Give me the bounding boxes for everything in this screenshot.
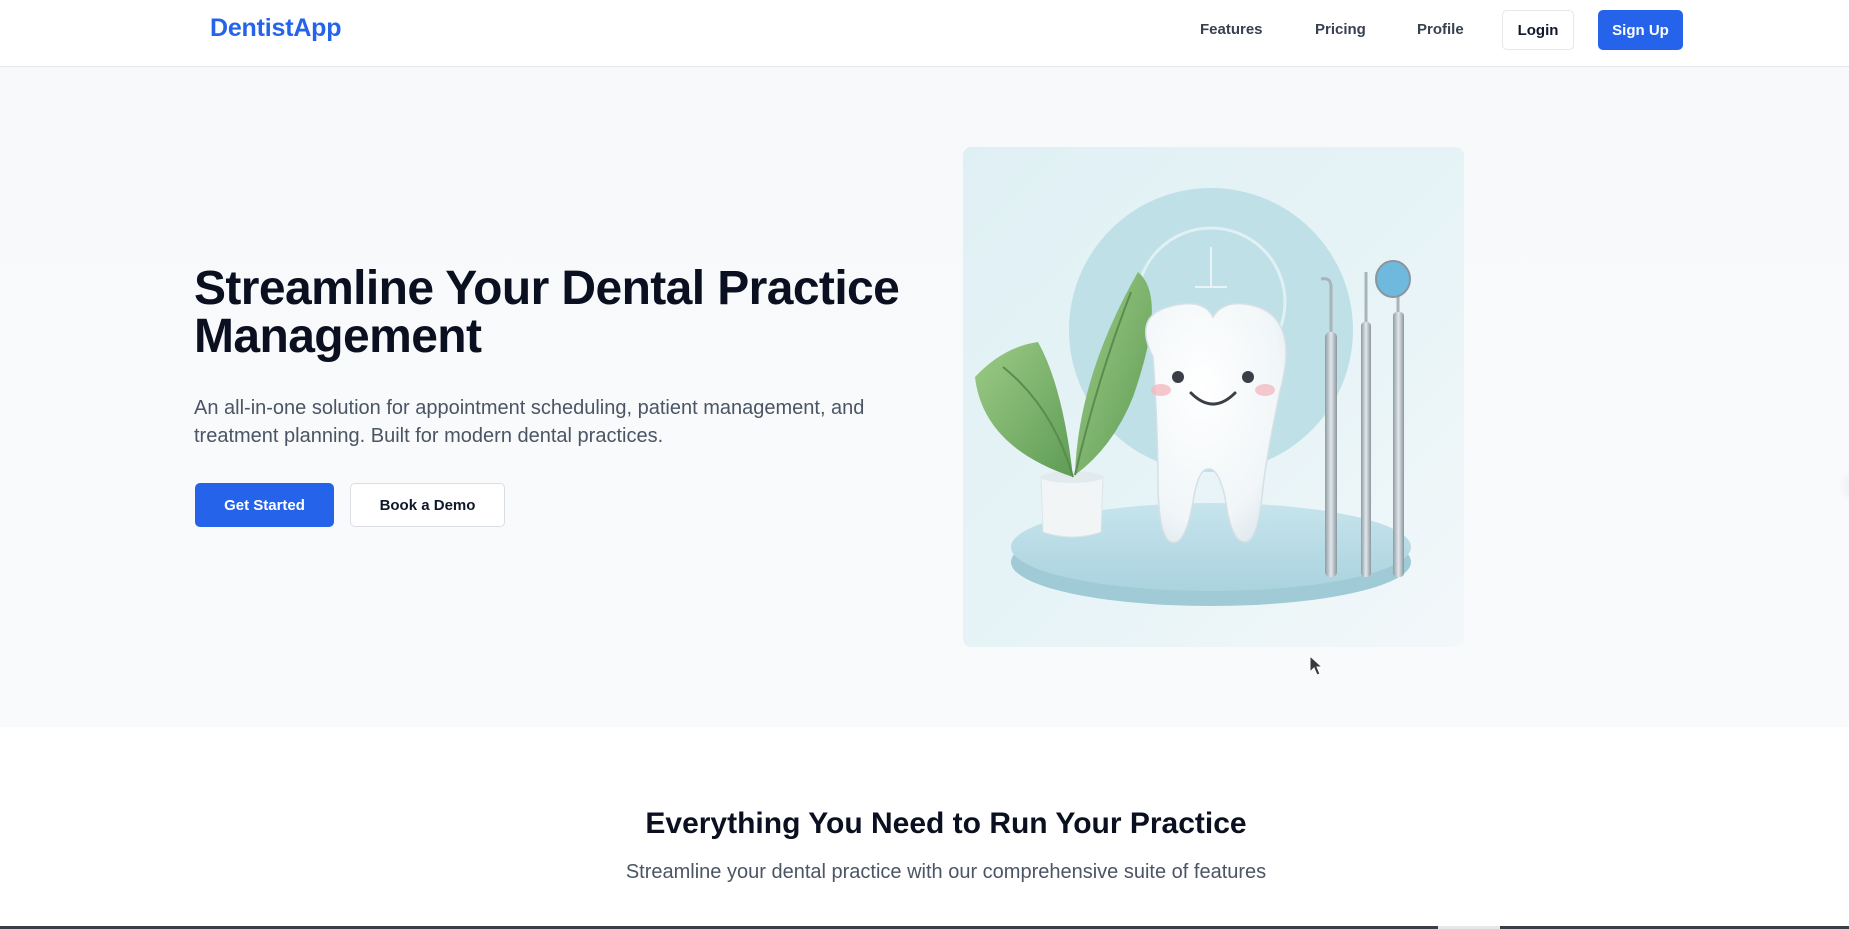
brand-logo[interactable]: DentistApp: [210, 14, 342, 43]
features-section: Everything You Need to Run Your Practice…: [0, 727, 1849, 929]
login-button[interactable]: Login: [1502, 10, 1574, 50]
hero-description: An all-in-one solution for appointment s…: [194, 397, 865, 447]
mouse-cursor-icon: [1309, 655, 1324, 676]
hero-section: Streamline Your Dental Practice Manageme…: [0, 67, 1849, 727]
book-demo-button[interactable]: Book a Demo: [350, 483, 505, 527]
features-title: Everything You Need to Run Your Practice: [645, 807, 1247, 840]
sign-up-button[interactable]: Sign Up: [1598, 10, 1683, 50]
get-started-button[interactable]: Get Started: [195, 483, 334, 527]
top-navbar: DentistApp Features Pricing Profile Logi…: [0, 0, 1849, 67]
tooth-illustration-icon: [963, 147, 1464, 647]
nav-link-profile[interactable]: Profile: [1417, 21, 1464, 38]
hero-title: Streamline Your Dental Practice Manageme…: [194, 262, 900, 363]
features-subtitle: Streamline your dental practice with our…: [625, 861, 1267, 883]
nav-link-pricing[interactable]: Pricing: [1315, 21, 1366, 38]
hero-image: [963, 147, 1464, 647]
nav-link-features[interactable]: Features: [1200, 21, 1263, 38]
